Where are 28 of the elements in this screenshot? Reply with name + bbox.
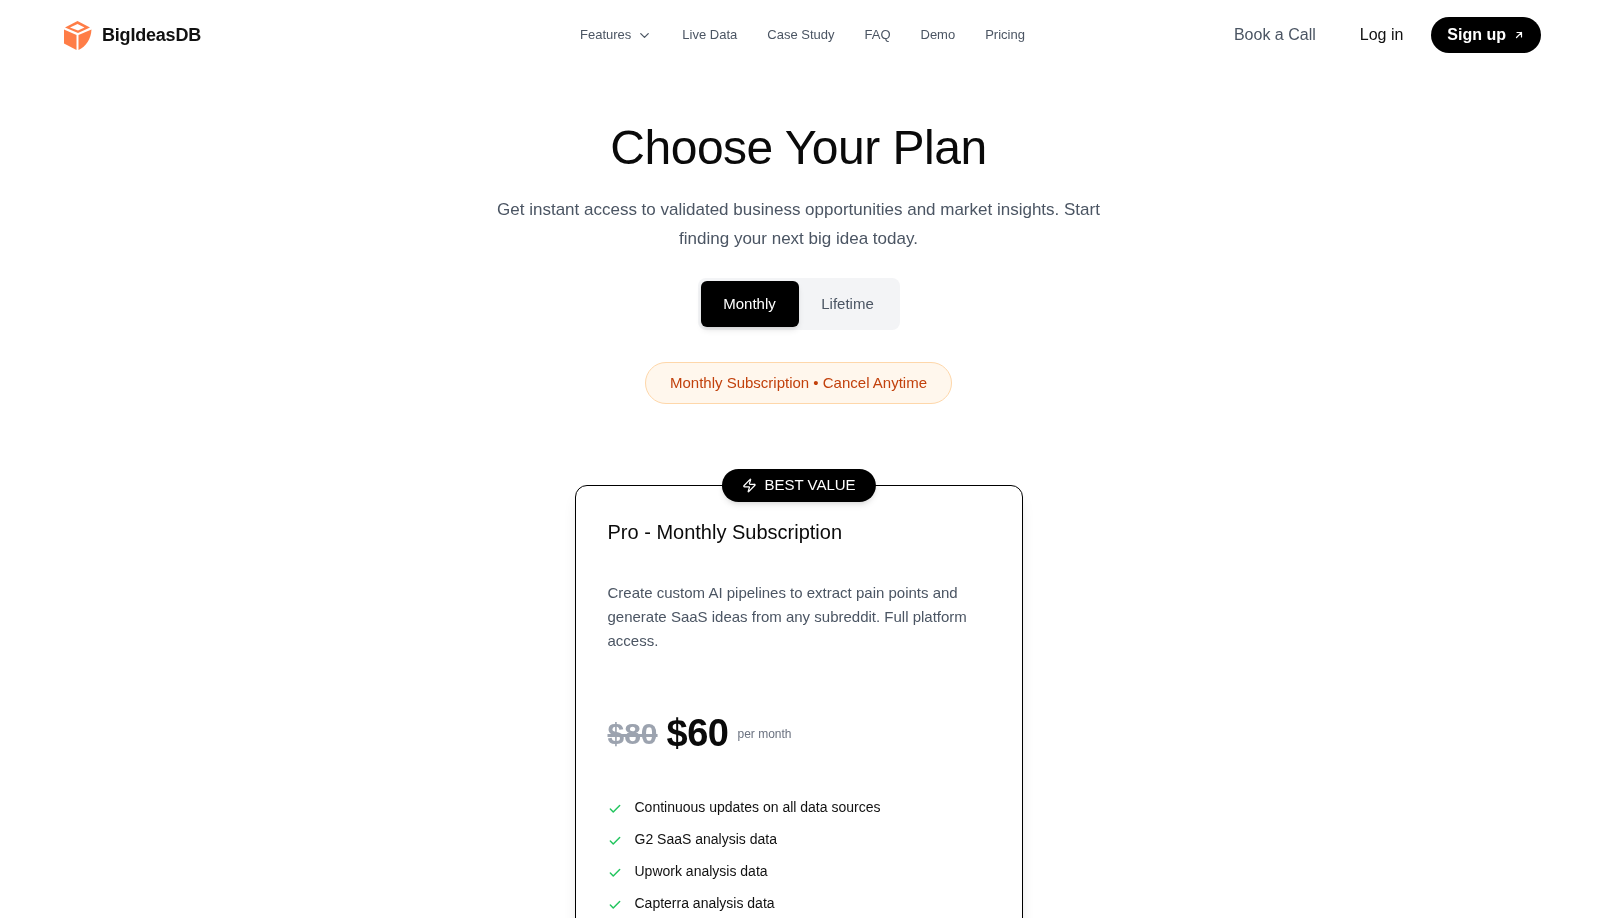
- page-title: Choose Your Plan: [610, 124, 987, 172]
- arrow-up-right-icon: [1513, 29, 1525, 41]
- old-price: $80: [607, 715, 658, 752]
- book-call-link[interactable]: Book a Call: [1217, 15, 1332, 55]
- badge-text: BEST VALUE: [764, 475, 856, 496]
- nav-link[interactable]: Live Data: [682, 25, 738, 45]
- nav-link[interactable]: Case Study: [767, 25, 835, 45]
- plan-name: Pro - Monthly Subscription: [607, 520, 844, 545]
- lightning-icon: [741, 478, 757, 493]
- login-link[interactable]: Log in: [1343, 15, 1420, 55]
- nav-link[interactable]: Features: [580, 25, 653, 45]
- signup-button[interactable]: Sign up: [1431, 17, 1541, 53]
- logo-icon: [64, 20, 92, 50]
- price-period: per month: [737, 726, 792, 743]
- billing-option-tab[interactable]: Monthly: [700, 281, 799, 327]
- plan-description: Create custom AI pipelines to extract pain points and generate SaaS ideas from any subreddit. Full platform access.: [607, 583, 968, 651]
- nav-link[interactable]: FAQ: [864, 25, 891, 45]
- feature-text: Upwork analysis data: [634, 861, 768, 881]
- page-subtitle: Get instant access to validated business opportunities and market insights. Start finding your next big idea today.: [496, 199, 1101, 250]
- price: $60: [666, 710, 729, 756]
- nav-link[interactable]: Pricing: [985, 25, 1025, 45]
- nav-link[interactable]: Demo: [920, 25, 956, 45]
- feature-text: Continuous updates on all data sources: [634, 797, 881, 817]
- feature-text: G2 SaaS analysis data: [634, 829, 777, 849]
- billing-option-tab[interactable]: Lifetime: [798, 281, 897, 327]
- billing-note-badge: Monthly Subscription • Cancel Anytime: [644, 362, 952, 404]
- brand-name[interactable]: BigIdeasDB: [102, 21, 202, 49]
- feature-text: Capterra analysis data: [634, 893, 775, 913]
